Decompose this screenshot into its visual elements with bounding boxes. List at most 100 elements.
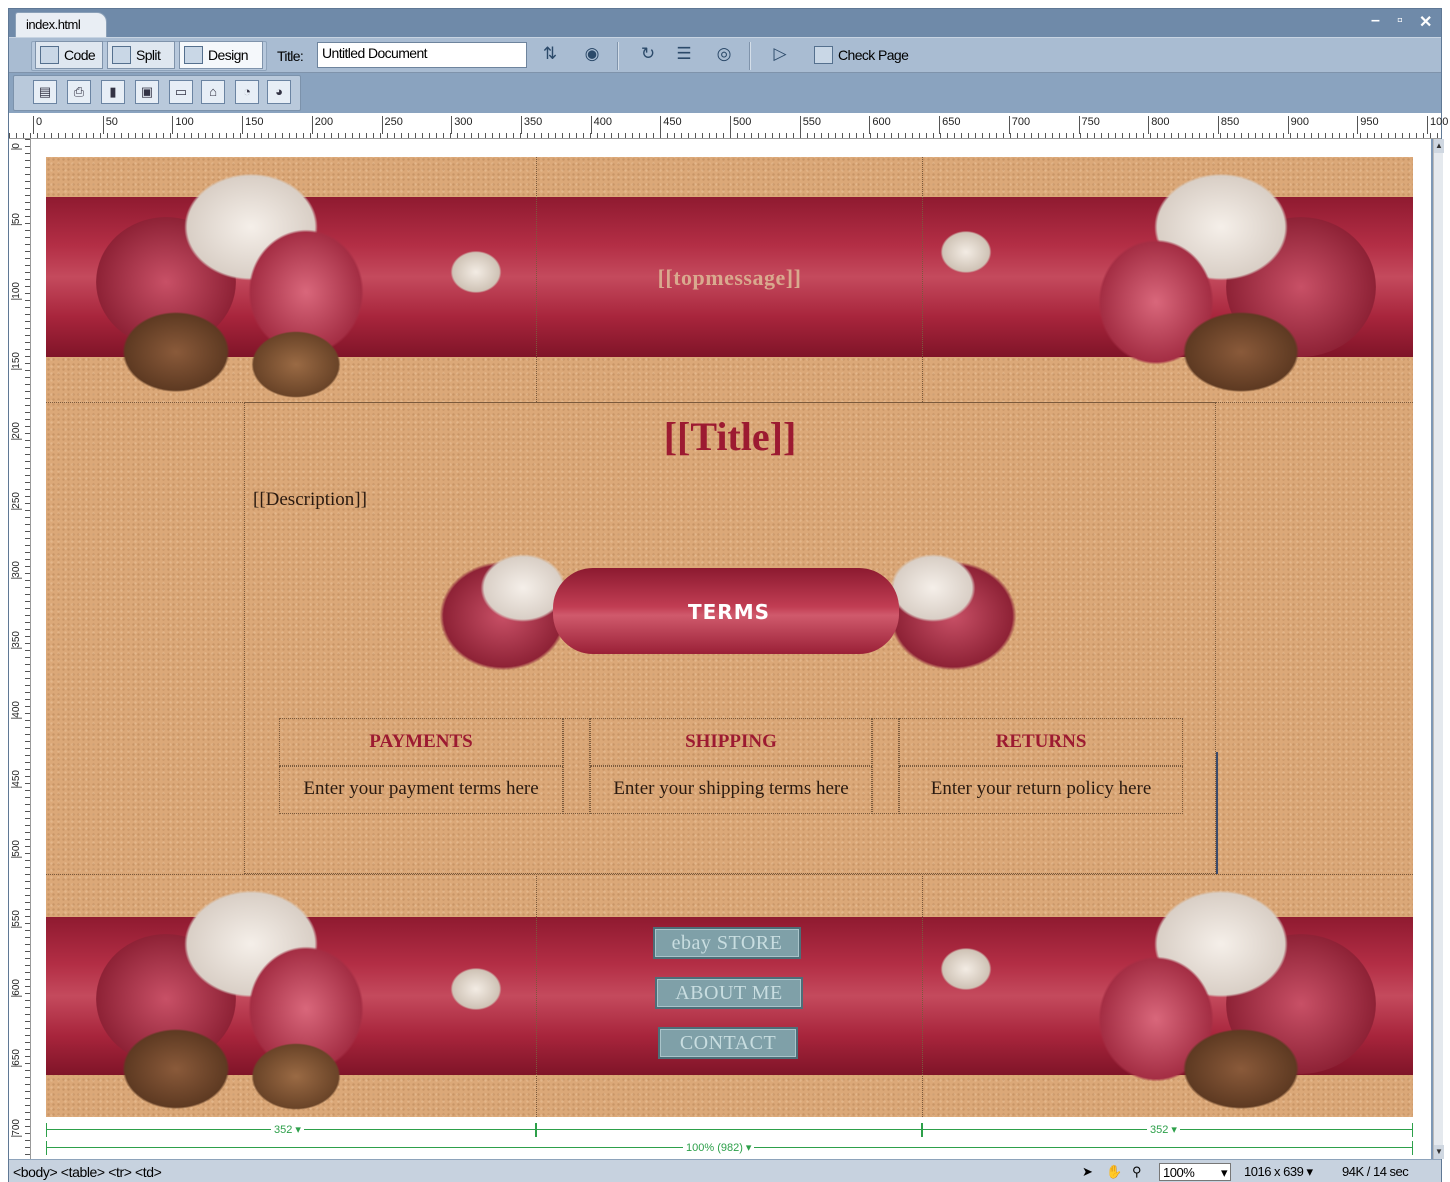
toolbar-separator xyxy=(617,42,619,70)
redo-icon[interactable]: ◕ xyxy=(267,80,291,104)
ruler-tick-label: 400 xyxy=(11,700,22,719)
ruler-tick-label: 650 xyxy=(11,1049,22,1067)
about-me-button[interactable]: ABOUT ME xyxy=(655,977,803,1009)
scroll-up-arrow-icon[interactable]: ▲ xyxy=(1434,139,1444,153)
ruler-tick-label: 400 xyxy=(590,116,612,134)
terms-table[interactable]: PAYMENTS SHIPPING RETURNS Enter your pay… xyxy=(279,718,1185,815)
right-column-width-guide[interactable]: 352 ▾ xyxy=(922,1123,1413,1137)
code-view-label: Code xyxy=(64,47,96,63)
dreamweaver-document-window: index.html – ▫ ✕ Code Split Design Title… xyxy=(8,8,1448,1182)
ebay-template-page[interactable]: [[topmessage]] [[Title]] [[Description]]… xyxy=(46,157,1413,1117)
check-page-icon xyxy=(814,46,833,64)
return-policy-cell[interactable]: Enter your return policy here xyxy=(899,766,1183,814)
print-icon[interactable]: ⎙ xyxy=(67,80,91,104)
document-tab-bar: index.html – ▫ ✕ xyxy=(9,9,1441,37)
save-all-icon[interactable]: ▣ xyxy=(135,80,159,104)
table-spacer-cell xyxy=(872,718,899,814)
standard-toolbar: ▤ ⎙ ▮ ▣ ▭ ⌂ ◔ ◕ xyxy=(9,73,1441,113)
ruler-tick-label: 100 xyxy=(11,282,22,301)
download-size-time: 94K / 14 sec xyxy=(1342,1164,1409,1179)
check-page-button[interactable]: Check Page xyxy=(809,41,937,69)
ruler-tick-label: 700 xyxy=(1008,116,1030,134)
ruler-tick-label: 350 xyxy=(11,630,22,649)
cut-icon[interactable]: ▭ xyxy=(169,80,193,104)
chevron-down-icon: ▾ xyxy=(1220,1165,1228,1180)
ruler-tick-label: 50 xyxy=(11,212,22,225)
document-toolbar: Code Split Design Title: Untitled Docume… xyxy=(9,37,1441,73)
ruler-tick-label: 100 xyxy=(172,116,194,134)
ruler-tick-label: 550 xyxy=(799,116,821,134)
document-tab[interactable]: index.html xyxy=(15,12,107,37)
scroll-down-arrow-icon[interactable]: ▼ xyxy=(1434,1145,1444,1159)
undo-icon[interactable]: ◔ xyxy=(235,80,259,104)
document-title-input[interactable]: Untitled Document xyxy=(317,42,527,68)
status-bar: <body> <table> <tr> <td> ➤ ✋ ⚲ 100% ▾ 101… xyxy=(9,1159,1441,1182)
check-page-label: Check Page xyxy=(838,47,909,63)
window-size-menu[interactable]: 1016 x 639 ▾ xyxy=(1241,1163,1315,1181)
table-cell-border xyxy=(922,157,923,402)
right-column-width-label[interactable]: 352 ▾ xyxy=(1147,1123,1180,1136)
footer-left-flowers-image xyxy=(56,874,516,1117)
content-cell[interactable]: [[Title]] [[Description]] TERMS PAYMENTS… xyxy=(244,402,1216,874)
center-column-width-guide[interactable] xyxy=(536,1123,922,1137)
design-view-button[interactable]: Design xyxy=(179,41,263,69)
preview-in-browser-icon[interactable]: ◉ xyxy=(579,44,605,66)
ruler-tick-label: 250 xyxy=(381,116,403,134)
ebay-store-button[interactable]: ebay STORE xyxy=(653,927,801,959)
table-width-label[interactable]: 100% (982) ▾ xyxy=(683,1141,755,1154)
returns-header[interactable]: RETURNS xyxy=(899,718,1183,766)
left-column-width-guide[interactable]: 352 ▾ xyxy=(46,1123,536,1137)
payment-terms-cell[interactable]: Enter your payment terms here xyxy=(279,766,563,814)
design-view-canvas[interactable]: [[topmessage]] [[Title]] [[Description]]… xyxy=(31,139,1431,1159)
payments-header[interactable]: PAYMENTS xyxy=(279,718,563,766)
contact-button[interactable]: CONTACT xyxy=(658,1027,798,1059)
description-placeholder[interactable]: [[Description]] xyxy=(253,489,367,511)
paste-icon[interactable]: ⌂ xyxy=(201,80,225,104)
code-view-icon xyxy=(40,46,59,64)
select-tool-icon[interactable]: ➤ xyxy=(1079,1163,1095,1181)
cell-resize-handle[interactable] xyxy=(1216,752,1218,874)
minimize-icon[interactable]: – xyxy=(1371,12,1380,30)
tag-selector[interactable]: <body> <table> <tr> <td> xyxy=(13,1164,162,1180)
ruler-tick-label: 900 xyxy=(1287,116,1309,134)
refresh-design-view-icon[interactable]: ↻ xyxy=(635,44,661,66)
split-view-button[interactable]: Split xyxy=(107,41,175,69)
ruler-tick-label: 0 xyxy=(11,143,22,150)
validate-markup-icon[interactable]: ▷ xyxy=(767,44,793,66)
visual-aids-icon[interactable]: ◎ xyxy=(711,44,737,66)
listing-title-placeholder[interactable]: [[Title]] xyxy=(245,413,1215,460)
close-icon[interactable]: ✕ xyxy=(1419,12,1432,32)
ruler-tick-label: 450 xyxy=(11,770,22,788)
ruler-tick-label: 150 xyxy=(242,116,263,134)
zoom-tool-icon[interactable]: ⚲ xyxy=(1129,1163,1144,1181)
table-cell-border xyxy=(536,874,537,1117)
new-document-icon[interactable]: ▤ xyxy=(33,80,57,104)
left-column-width-label[interactable]: 352 ▾ xyxy=(271,1123,304,1136)
horizontal-ruler[interactable]: 0 50 100 150 200 250 300 350 400 450 500 550 600 650 7… xyxy=(9,113,1448,139)
shipping-header[interactable]: SHIPPING xyxy=(590,718,872,766)
title-label: Title: xyxy=(277,48,304,64)
shipping-terms-cell[interactable]: Enter your shipping terms here xyxy=(590,766,872,814)
restore-icon[interactable]: ▫ xyxy=(1397,12,1403,30)
table-width-guide[interactable]: 100% (982) ▾ xyxy=(46,1141,1413,1155)
ruler-tick-label: 350 xyxy=(520,116,542,134)
view-options-icon[interactable]: ☰ xyxy=(671,44,697,66)
footer-right-flowers-image xyxy=(926,874,1396,1117)
table-cell-border xyxy=(922,874,923,1117)
zoom-value: 100% xyxy=(1163,1165,1195,1180)
terms-banner-image: TERMS xyxy=(433,548,1025,683)
ruler-tick-label: 200 xyxy=(311,116,333,134)
ruler-tick-label: 500 xyxy=(730,116,751,134)
code-view-button[interactable]: Code xyxy=(35,41,103,69)
hand-tool-icon[interactable]: ✋ xyxy=(1103,1163,1125,1181)
save-icon[interactable]: ▮ xyxy=(101,80,125,104)
top-message-placeholder[interactable]: [[topmessage]] xyxy=(46,265,1413,291)
file-management-icon[interactable]: ⇅ xyxy=(537,44,563,66)
zoom-select[interactable]: 100% ▾ xyxy=(1159,1163,1231,1181)
vertical-ruler[interactable]: 0 50 100 150 200 250 300 350 400 450 500 550 600 650 7… xyxy=(9,139,31,1159)
ruler-tick-label: 300 xyxy=(451,116,473,134)
guide-line xyxy=(537,1129,921,1130)
vertical-scrollbar[interactable]: ▲ ▼ xyxy=(1433,139,1444,1159)
ruler-tick-label: 100 xyxy=(1427,116,1448,134)
design-view-icon xyxy=(184,46,203,64)
